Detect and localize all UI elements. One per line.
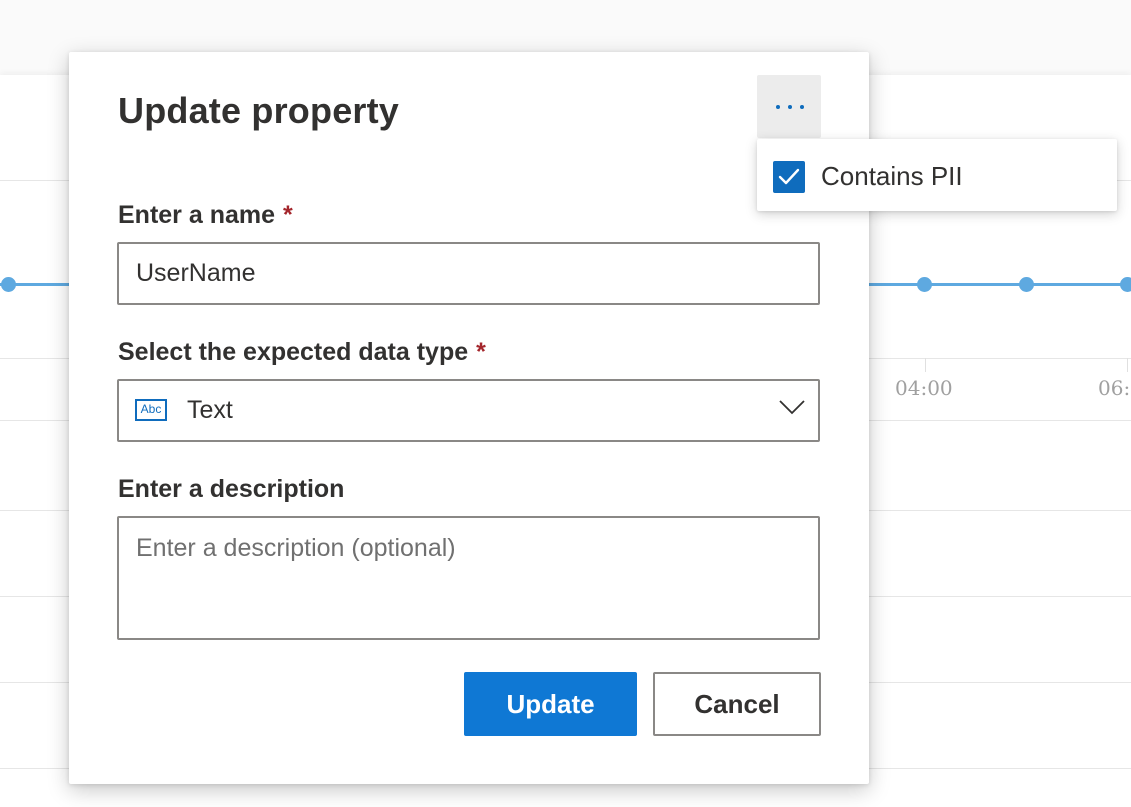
data-type-field-label: Select the expected data type * <box>118 338 486 367</box>
background-tick-label: 06: <box>1098 376 1131 400</box>
menu-item-label: Contains PII <box>821 161 963 191</box>
checkmark-icon <box>778 168 800 185</box>
background-data-point <box>1120 277 1131 292</box>
menu-item-contains-pii[interactable]: Contains PII <box>757 139 1117 211</box>
update-button[interactable]: Update <box>464 672 637 736</box>
overflow-menu: Contains PII <box>757 139 1117 211</box>
description-field-label: Enter a description <box>118 475 345 503</box>
cancel-button[interactable]: Cancel <box>653 672 821 736</box>
background-data-point <box>917 277 932 292</box>
dialog-title: Update property <box>118 90 400 131</box>
required-indicator: * <box>476 338 486 366</box>
background-axis-tick <box>1127 358 1128 372</box>
description-textarea[interactable] <box>117 516 820 640</box>
checkbox-checked[interactable] <box>773 161 805 193</box>
background-data-point <box>1 277 16 292</box>
data-type-dropdown[interactable]: Abc Text <box>117 379 820 442</box>
update-property-dialog: Update property Enter a name* Select the… <box>69 52 869 784</box>
chevron-down-icon <box>779 400 805 415</box>
data-type-label-text: Select the expected data type <box>118 338 469 366</box>
background-axis-tick <box>925 358 926 372</box>
name-field-label: Enter a name * <box>118 201 293 230</box>
name-input[interactable] <box>117 242 820 305</box>
background-tick-label: 04:00 <box>895 376 953 400</box>
abc-text-icon: Abc <box>135 399 167 421</box>
more-horizontal-icon <box>775 105 805 109</box>
name-label-text: Enter a name <box>118 201 276 229</box>
required-indicator: * <box>283 201 293 229</box>
more-options-button[interactable] <box>757 75 821 138</box>
data-type-selected-value: Text <box>187 396 233 424</box>
background-data-point <box>1019 277 1034 292</box>
